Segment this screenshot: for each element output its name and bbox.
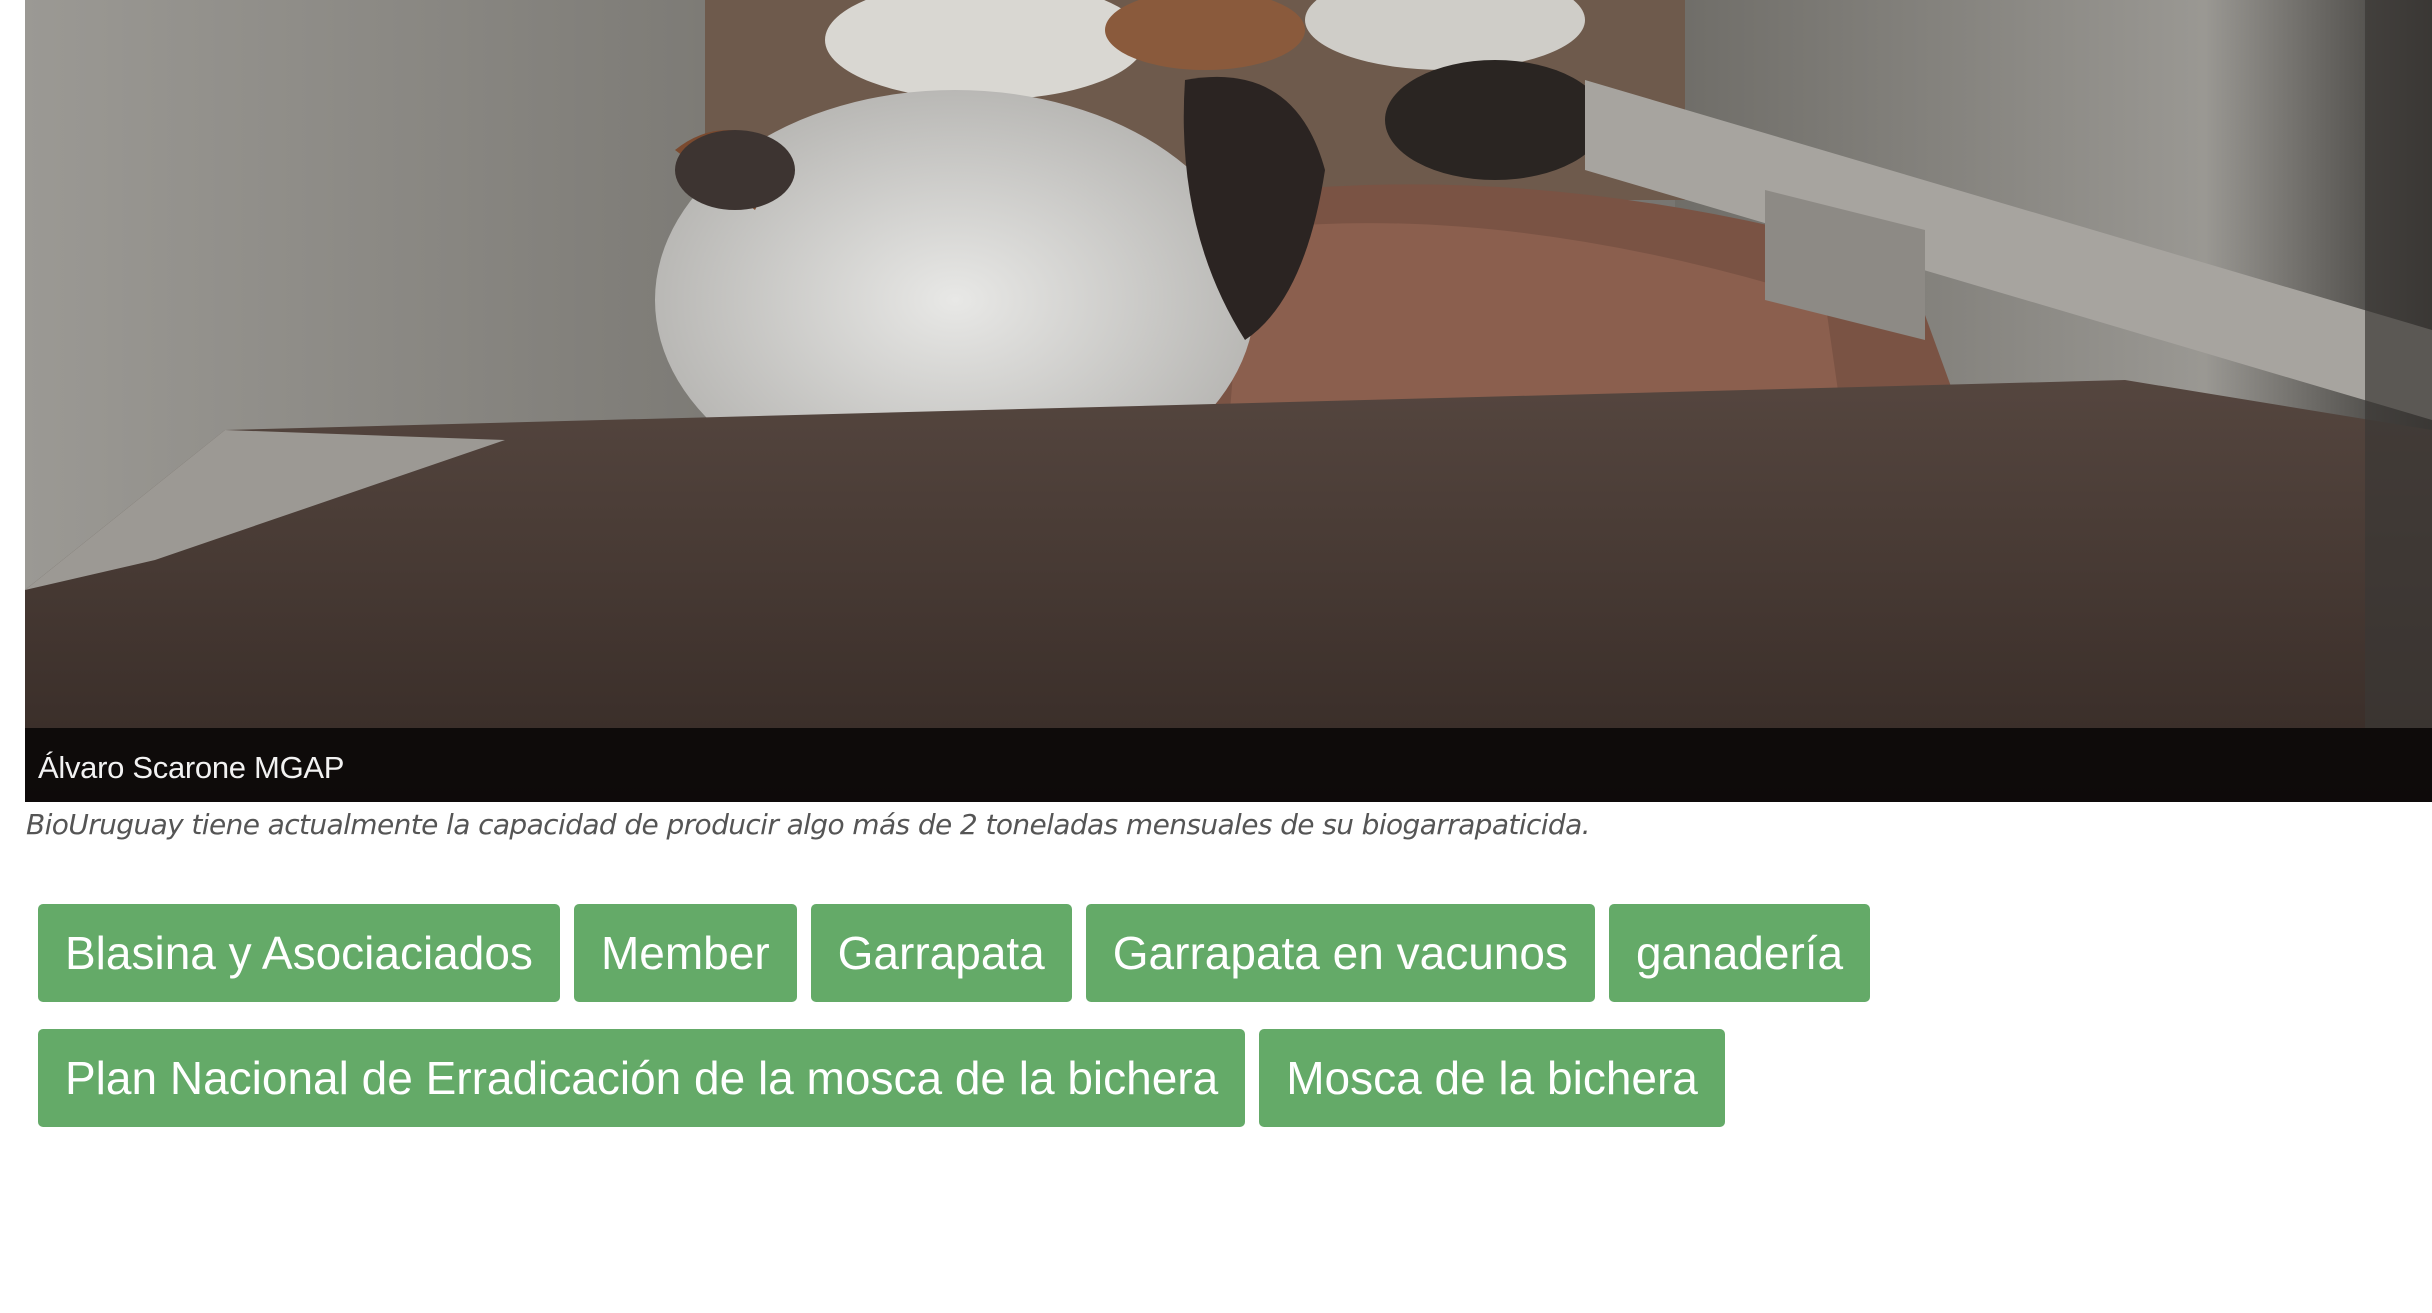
tag-plan-nacional-mosca-bichera[interactable]: Plan Nacional de Erradicación de la mosc…	[38, 1029, 1246, 1127]
photo-credit-bar: Álvaro Scarone MGAP	[25, 728, 2432, 802]
tag-ganaderia[interactable]: ganadería	[1608, 904, 1871, 1002]
tag-mosca-de-la-bichera[interactable]: Mosca de la bichera	[1259, 1029, 1725, 1127]
cattle-photo-image	[25, 0, 2432, 728]
tag-blasina-y-asociaciados[interactable]: Blasina y Asociaciados	[38, 904, 560, 1002]
tag-list: Blasina y Asociaciados Member Garrapata …	[38, 904, 2038, 1154]
tag-row: Blasina y Asociaciados Member Garrapata …	[38, 904, 2038, 1002]
article-photo: Álvaro Scarone MGAP	[25, 0, 2432, 802]
photo-credit: Álvaro Scarone MGAP	[38, 750, 345, 785]
tag-garrapata[interactable]: Garrapata	[810, 904, 1072, 1002]
tag-row: Plan Nacional de Erradicación de la mosc…	[38, 1029, 2038, 1127]
photo-caption: BioUruguay tiene actualmente la capacida…	[26, 808, 1591, 841]
article-page: Álvaro Scarone MGAP BioUruguay tiene act…	[0, 0, 2432, 1313]
tag-member[interactable]: Member	[573, 904, 797, 1002]
tag-garrapata-en-vacunos[interactable]: Garrapata en vacunos	[1085, 904, 1595, 1002]
